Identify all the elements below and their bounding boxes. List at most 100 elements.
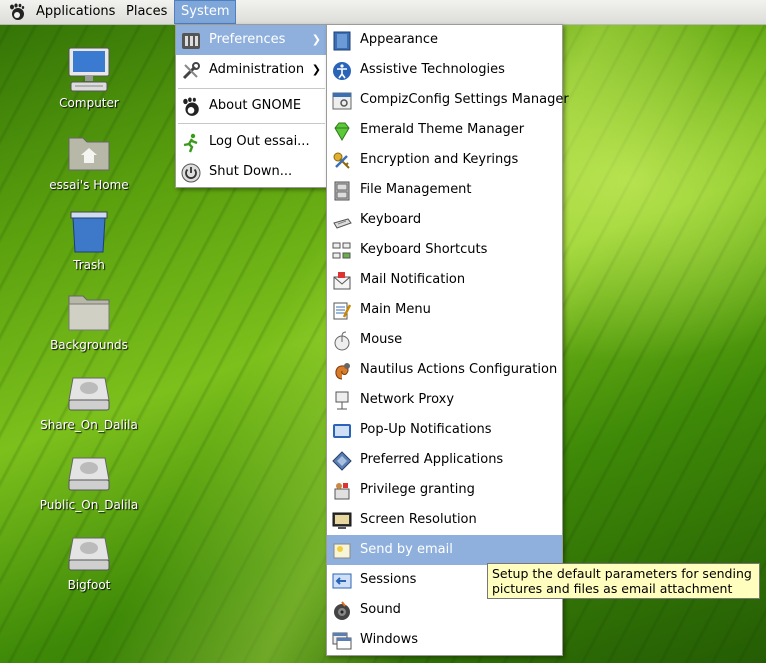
desktop-icon-label: Computer [59, 96, 119, 110]
drive-icon [68, 537, 110, 571]
gnome-foot-icon [183, 97, 199, 116]
menu-item-shut-down[interactable]: Shut Down... [176, 157, 327, 187]
popup-notifications-icon [333, 424, 351, 438]
desktop-icon-trash[interactable]: Trash [29, 208, 149, 272]
system-menu: Preferences ❯ Administration ❯ About GNO… [175, 24, 328, 188]
menu-item-log-out[interactable]: Log Out essai... [176, 127, 327, 157]
menu-separator [178, 123, 325, 124]
compizconfig-icon [332, 92, 352, 110]
keyboard-shortcuts-icon [332, 242, 351, 259]
menu-item-label: Privilege granting [360, 482, 475, 497]
menu-item-label: Send by email [360, 542, 453, 557]
send-by-email-icon [333, 543, 351, 559]
desktop-icon-label: Trash [73, 258, 105, 272]
menu-item-label: About GNOME [209, 98, 302, 113]
menu-item-appearance[interactable]: Appearance [327, 25, 562, 55]
menu-item-label: Emerald Theme Manager [360, 122, 525, 137]
windows-icon [332, 632, 352, 650]
menu-item-send-by-email[interactable]: Send by email [327, 535, 562, 565]
mouse-icon [334, 331, 350, 351]
applications-menu[interactable]: Applications [30, 0, 121, 24]
menu-item-label: Windows [360, 632, 419, 647]
menu-item-label: Encryption and Keyrings [360, 152, 519, 167]
menu-item-mouse[interactable]: Mouse [327, 325, 562, 355]
desktop-icon-label: Public_On_Dalila [39, 498, 139, 512]
menu-item-label: Keyboard [360, 212, 422, 227]
desktop-icon-backgrounds[interactable]: Backgrounds [29, 288, 149, 352]
power-icon [181, 163, 201, 183]
menu-item-assistive-technologies[interactable]: Assistive Technologies [327, 55, 562, 85]
desktop-icon-label: Backgrounds [50, 338, 128, 352]
desktop-icon-bigfoot[interactable]: Bigfoot [29, 528, 149, 592]
menu-item-label: Screen Resolution [360, 512, 477, 527]
main-menu-icon [333, 302, 352, 320]
home-folder-icon [68, 137, 110, 171]
menu-item-label: Log Out essai... [209, 134, 310, 149]
menu-item-label: Preferences [209, 32, 286, 47]
menu-item-label: Appearance [360, 32, 439, 47]
computer-icon [68, 47, 110, 92]
desktop-icon-label: Share_On_Dalila [40, 418, 138, 432]
menu-item-label: Nautilus Actions Configuration [360, 362, 558, 377]
keyboard-icon [333, 218, 352, 229]
menu-item-compizconfig[interactable]: CompizConfig Settings Manager [327, 85, 569, 115]
chevron-right-icon: ❯ [311, 33, 321, 46]
desktop-icon-public-on-dalila[interactable]: Public_On_Dalila [29, 448, 149, 512]
menu-item-label: Network Proxy [360, 392, 455, 407]
menu-item-sound[interactable]: Sound [327, 595, 562, 625]
menu-item-label: Assistive Technologies [360, 62, 505, 77]
menu-item-label: Sessions [360, 572, 417, 587]
sessions-icon [332, 573, 352, 589]
menu-item-administration[interactable]: Administration ❯ [176, 55, 327, 85]
appearance-icon [333, 31, 351, 51]
mail-notification-icon [333, 272, 351, 290]
sound-icon [334, 601, 350, 620]
menu-item-emerald-theme-manager[interactable]: Emerald Theme Manager [327, 115, 562, 145]
menu-item-label: Sound [360, 602, 401, 617]
menu-item-label: Administration [209, 62, 305, 77]
menu-item-privilege-granting[interactable]: Privilege granting [327, 475, 562, 505]
menu-item-label: Preferred Applications [360, 452, 504, 467]
accessibility-icon [333, 62, 351, 80]
menu-item-keyboard-shortcuts[interactable]: Keyboard Shortcuts [327, 235, 562, 265]
chevron-right-icon: ❯ [311, 63, 321, 76]
menu-item-screen-resolution[interactable]: Screen Resolution [327, 505, 562, 535]
privilege-granting-icon [334, 483, 350, 500]
menu-item-label: File Management [360, 182, 472, 197]
desktop-icon-home[interactable]: essai's Home [29, 128, 149, 192]
file-cabinet-icon [334, 181, 350, 201]
menu-item-about-gnome[interactable]: About GNOME [176, 91, 327, 121]
top-panel: Applications Places System [0, 0, 766, 25]
preferences-menu: Appearance Assistive Technologies Compiz… [326, 24, 569, 656]
menu-item-label: Mail Notification [360, 272, 466, 287]
gnome-foot-icon[interactable] [8, 3, 26, 21]
menu-item-label: Pop-Up Notifications [360, 422, 492, 437]
menu-item-file-management[interactable]: File Management [327, 175, 562, 205]
menu-item-windows[interactable]: Windows [327, 625, 562, 655]
menu-item-network-proxy[interactable]: Network Proxy [327, 385, 562, 415]
preferences-icon [182, 33, 200, 49]
network-proxy-icon [335, 391, 349, 410]
menu-item-main-menu[interactable]: Main Menu [327, 295, 562, 325]
folder-icon [68, 295, 110, 331]
places-menu[interactable]: Places [120, 0, 173, 24]
menu-item-label: Mouse [360, 332, 403, 347]
menu-item-label: CompizConfig Settings Manager [360, 92, 569, 107]
menu-item-mail-notification[interactable]: Mail Notification [327, 265, 562, 295]
administration-icon [182, 62, 200, 80]
desktop-icon-label: essai's Home [49, 178, 129, 192]
trash-icon [70, 211, 108, 253]
menu-item-keyboard[interactable]: Keyboard [327, 205, 562, 235]
menu-item-preferred-applications[interactable]: Preferred Applications [327, 445, 562, 475]
desktop-icon-share-on-dalila[interactable]: Share_On_Dalila [29, 368, 149, 432]
menu-item-nautilus-actions[interactable]: Nautilus Actions Configuration [327, 355, 562, 385]
desktop-icon-label: Bigfoot [67, 578, 111, 592]
system-menu-button[interactable]: System [174, 0, 237, 24]
menu-item-popup-notifications[interactable]: Pop-Up Notifications [327, 415, 562, 445]
menu-item-label: Keyboard Shortcuts [360, 242, 488, 257]
desktop-icon-computer[interactable]: Computer [29, 46, 149, 110]
menu-item-encryption-keyrings[interactable]: Encryption and Keyrings [327, 145, 562, 175]
menu-item-preferences[interactable]: Preferences ❯ [176, 25, 327, 55]
tooltip: Setup the default parameters for sending… [487, 563, 760, 599]
nautilus-actions-icon [335, 363, 350, 380]
